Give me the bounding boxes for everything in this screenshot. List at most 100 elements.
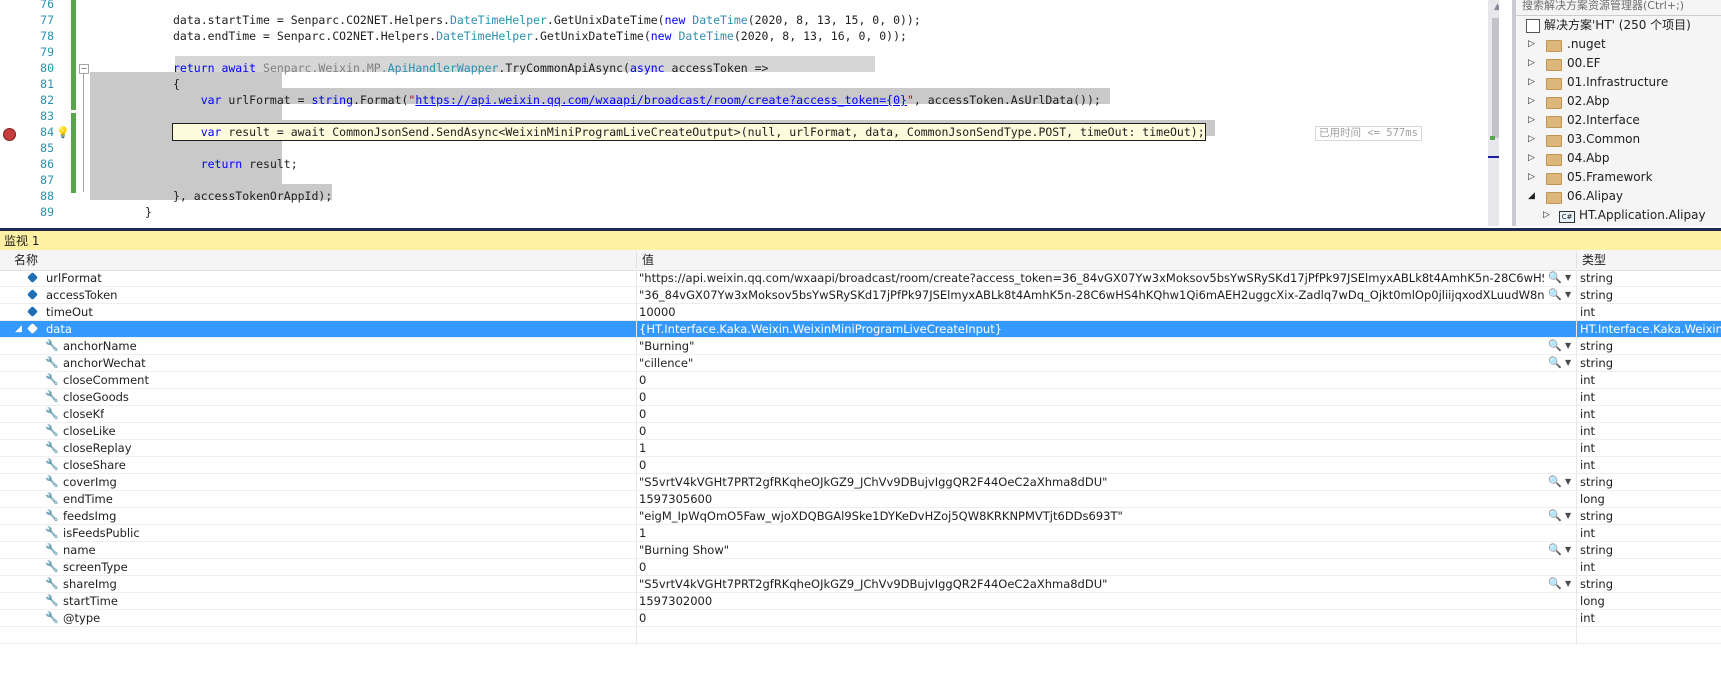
- glyph-margin[interactable]: [0, 0, 22, 226]
- visualizer-dropdown-icon[interactable]: ▼: [1565, 576, 1571, 592]
- watch-value[interactable]: "S5vrtV4kVGHt7PRT2gfRKqheOJkGZ9_JChVv9DB…: [639, 474, 1544, 490]
- visualizer-dropdown-icon[interactable]: ▼: [1565, 338, 1571, 354]
- code-editor[interactable]: 76 77 78 79 80 81 82 83 84 85 86 87 88 89 💡 − data.st…: [0, 0, 1499, 226]
- watch-value[interactable]: "Burning Show": [639, 542, 1544, 558]
- watch-name[interactable]: closeKf: [63, 406, 104, 422]
- watch-name[interactable]: shareImg: [63, 576, 117, 592]
- watch-name[interactable]: screenType: [63, 559, 128, 575]
- watch-row[interactable]: 🔧 closeComment 0 int: [0, 372, 1721, 389]
- watch-name[interactable]: startTime: [63, 593, 118, 609]
- breakpoint-icon[interactable]: [3, 128, 16, 141]
- watch-value[interactable]: "S5vrtV4kVGHt7PRT2gfRKqheOJkGZ9_JChVv9DB…: [639, 576, 1544, 592]
- lightbulb-icon[interactable]: 💡: [56, 127, 70, 139]
- visualizer-dropdown-icon[interactable]: ▼: [1565, 355, 1571, 371]
- watch-value[interactable]: 0: [639, 423, 1544, 439]
- code-area[interactable]: data.startTime = Senparc.CO2NET.Helpers.…: [90, 0, 1490, 226]
- expand-arrow-icon[interactable]: ▷: [1543, 206, 1550, 225]
- watch-row[interactable]: 🔧 feedsImg "eigM_IpWqOmO5Faw_wjoXDQBGAl9Sk…: [0, 508, 1721, 525]
- watch-value[interactable]: [639, 627, 1544, 643]
- collapse-arrow-icon[interactable]: ◢: [1528, 187, 1535, 206]
- watch-value[interactable]: 1597302000: [639, 593, 1544, 609]
- watch-value[interactable]: 1: [639, 440, 1544, 456]
- visualizer-dropdown-icon[interactable]: ▼: [1565, 270, 1571, 286]
- expand-arrow-icon[interactable]: ▷: [1528, 92, 1535, 111]
- watch-row[interactable]: 🔧 anchorWechat "cillence" 🔍 ▼ string: [0, 355, 1721, 372]
- expand-arrow-icon[interactable]: ▷: [1528, 111, 1535, 130]
- watch-row[interactable]: 🔧 coverImg "S5vrtV4kVGHt7PRT2gfRKqheOJkGZ9…: [0, 474, 1721, 491]
- expand-arrow-icon[interactable]: ▷: [1528, 168, 1535, 187]
- watch-row[interactable]: accessToken "36_84vGX07Yw3xMoksov5bsYwSRy…: [0, 287, 1721, 304]
- visualizer-dropdown-icon[interactable]: ▼: [1565, 287, 1571, 303]
- scroll-thumb[interactable]: [1492, 18, 1499, 138]
- column-header-type[interactable]: 类型: [1578, 250, 1606, 270]
- visualizer-dropdown-icon[interactable]: ▼: [1565, 508, 1571, 524]
- watch-name[interactable]: closeShare: [63, 457, 126, 473]
- watch-row[interactable]: [0, 627, 1721, 644]
- watch-name[interactable]: closeLike: [63, 423, 116, 439]
- watch-row[interactable]: ◢ data {HT.Interface.Kaka.Weixin.WeixinMin…: [0, 321, 1721, 338]
- expand-arrow-icon[interactable]: ▷: [1528, 35, 1535, 54]
- watch-row[interactable]: 🔧 @type 0 int: [0, 610, 1721, 627]
- column-header-value[interactable]: 值: [638, 250, 654, 270]
- watch-name[interactable]: anchorName: [63, 338, 137, 354]
- watch-title[interactable]: 监视 1: [0, 228, 1721, 250]
- watch-row[interactable]: 🔧 closeKf 0 int: [0, 406, 1721, 423]
- watch-row[interactable]: 🔧 startTime 1597302000 long: [0, 593, 1721, 610]
- watch-value[interactable]: "eigM_IpWqOmO5Faw_wjoXDQBGAl9Ske1DYKeDvH…: [639, 508, 1544, 524]
- collapse-arrow-icon[interactable]: ◢: [15, 321, 22, 337]
- watch-value[interactable]: "Burning": [639, 338, 1544, 354]
- watch-row[interactable]: 🔧 shareImg "S5vrtV4kVGHt7PRT2gfRKqheOJkGZ9…: [0, 576, 1721, 593]
- text-visualizer-icon[interactable]: 🔍: [1548, 338, 1562, 354]
- watch-name[interactable]: closeReplay: [63, 440, 132, 456]
- watch-value[interactable]: 10000: [639, 304, 1544, 320]
- watch-value[interactable]: 0: [639, 610, 1544, 626]
- watch-name[interactable]: closeGoods: [63, 389, 129, 405]
- watch-row[interactable]: 🔧 closeReplay 1 int: [0, 440, 1721, 457]
- watch-row[interactable]: 🔧 isFeedsPublic 1 int: [0, 525, 1721, 542]
- text-visualizer-icon[interactable]: 🔍: [1548, 287, 1562, 303]
- watch-name[interactable]: anchorWechat: [63, 355, 146, 371]
- watch-value[interactable]: 0: [639, 389, 1544, 405]
- text-visualizer-icon[interactable]: 🔍: [1548, 508, 1562, 524]
- visualizer-dropdown-icon[interactable]: ▼: [1565, 474, 1571, 490]
- watch-value[interactable]: {HT.Interface.Kaka.Weixin.WeixinMiniProg…: [639, 321, 1544, 337]
- watch-name[interactable]: timeOut: [46, 304, 93, 320]
- solution-explorer[interactable]: 搜索解决方案资源管理器(Ctrl+;) 解决方案'HT' (250 个项目) ▷…: [1512, 0, 1721, 226]
- watch-row[interactable]: 🔧 endTime 1597305600 long: [0, 491, 1721, 508]
- watch-row[interactable]: 🔧 closeLike 0 int: [0, 423, 1721, 440]
- watch-name[interactable]: endTime: [63, 491, 113, 507]
- expand-arrow-icon[interactable]: ▷: [1528, 54, 1535, 73]
- watch-value[interactable]: 0: [639, 457, 1544, 473]
- watch-row[interactable]: 🔧 closeGoods 0 int: [0, 389, 1721, 406]
- watch-name[interactable]: coverImg: [63, 474, 117, 490]
- text-visualizer-icon[interactable]: 🔍: [1548, 542, 1562, 558]
- watch-row[interactable]: 🔧 screenType 0 int: [0, 559, 1721, 576]
- expand-arrow-icon[interactable]: ▷: [1528, 149, 1535, 168]
- watch-name[interactable]: name: [63, 542, 96, 558]
- expand-arrow-icon[interactable]: ▷: [1528, 130, 1535, 149]
- text-visualizer-icon[interactable]: 🔍: [1548, 474, 1562, 490]
- watch-value[interactable]: 0: [639, 406, 1544, 422]
- watch-name[interactable]: accessToken: [46, 287, 117, 303]
- text-visualizer-icon[interactable]: 🔍: [1548, 270, 1562, 286]
- text-visualizer-icon[interactable]: 🔍: [1548, 355, 1562, 371]
- watch-row[interactable]: timeOut 10000 int: [0, 304, 1721, 321]
- watch-value[interactable]: 1597305600: [639, 491, 1544, 507]
- watch-name[interactable]: urlFormat: [46, 270, 102, 286]
- editor-vertical-scrollbar[interactable]: ▲: [1488, 0, 1499, 226]
- watch-row[interactable]: urlFormat "https://api.weixin.qq.com/wxaa…: [0, 270, 1721, 287]
- watch-name[interactable]: isFeedsPublic: [63, 525, 140, 541]
- watch-window[interactable]: 监视 1 名称 值 类型 urlFormat "https://api.weixi…: [0, 228, 1721, 689]
- expand-arrow-icon[interactable]: ▷: [1528, 73, 1535, 92]
- visualizer-dropdown-icon[interactable]: ▼: [1565, 542, 1571, 558]
- collapse-toggle-icon[interactable]: −: [79, 64, 89, 74]
- watch-value[interactable]: "https://api.weixin.qq.com/wxaapi/broadc…: [639, 270, 1544, 286]
- text-visualizer-icon[interactable]: 🔍: [1548, 576, 1562, 592]
- column-header-name[interactable]: 名称: [10, 250, 38, 270]
- scroll-up-icon[interactable]: ▲: [1494, 2, 1499, 12]
- watch-row[interactable]: 🔧 name "Burning Show" 🔍 ▼ string: [0, 542, 1721, 559]
- watch-value[interactable]: 0: [639, 372, 1544, 388]
- watch-name[interactable]: data: [46, 321, 72, 337]
- watch-value[interactable]: 1: [639, 525, 1544, 541]
- watch-name[interactable]: closeComment: [63, 372, 149, 388]
